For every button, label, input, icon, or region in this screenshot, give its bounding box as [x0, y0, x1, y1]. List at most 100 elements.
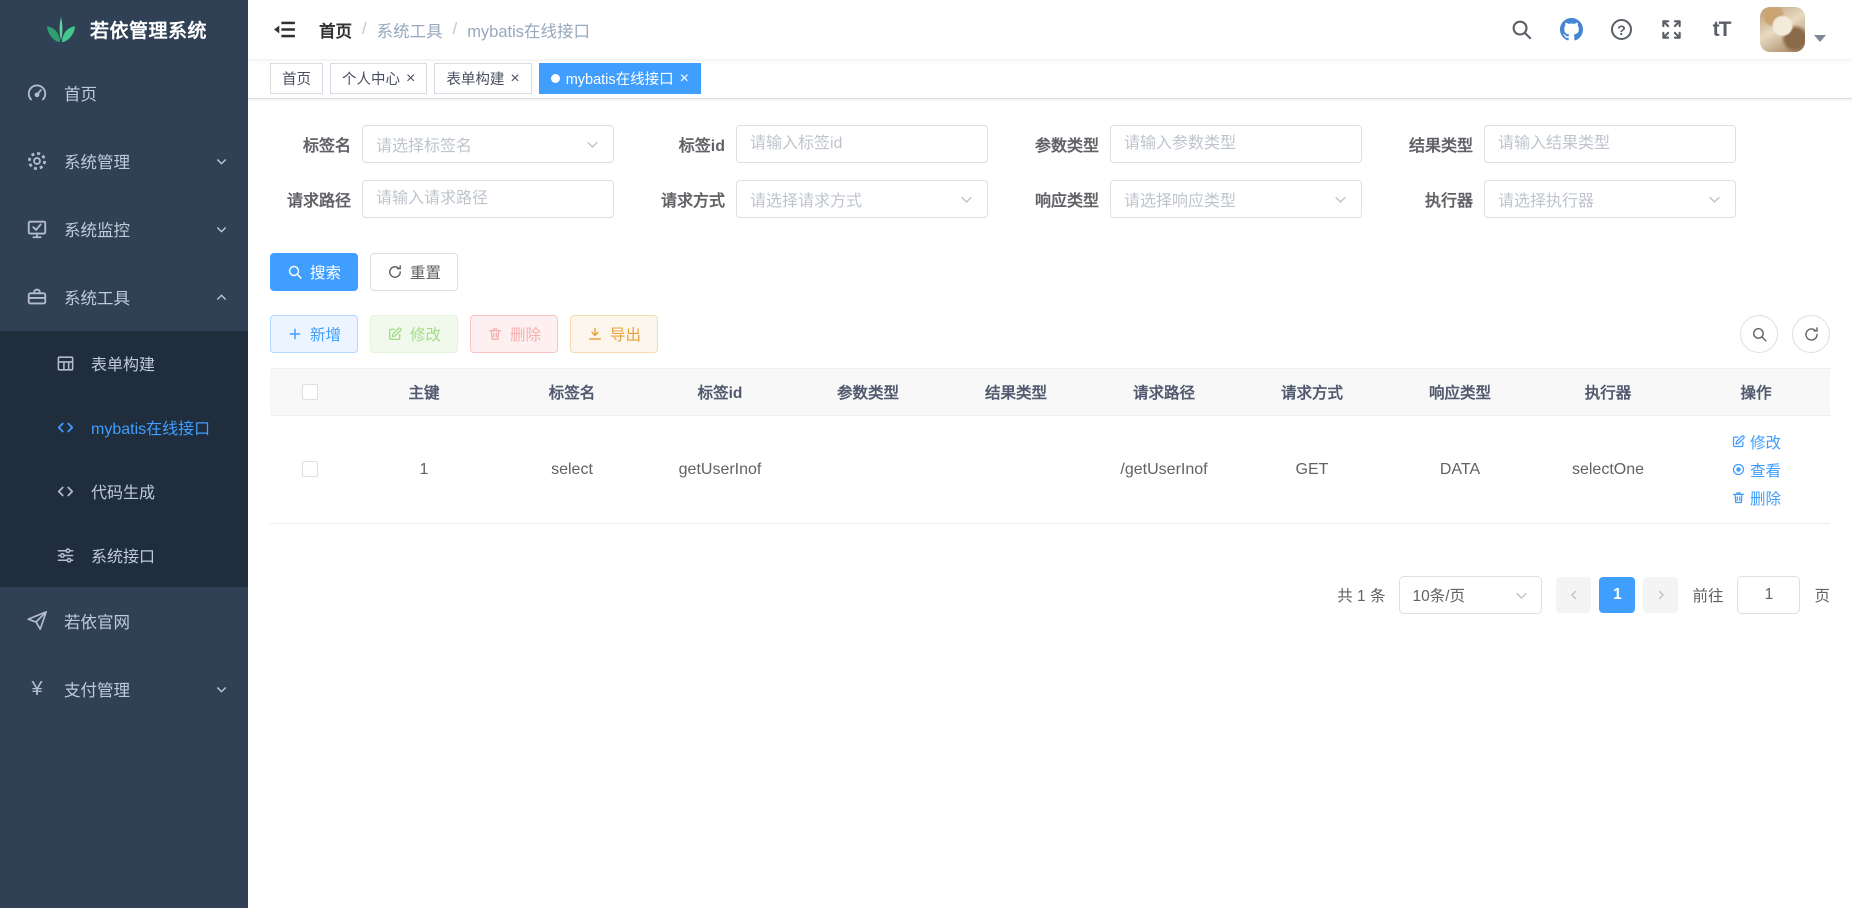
- button-label: 删除: [510, 323, 541, 345]
- field-label: 请求方式: [644, 187, 736, 211]
- tab-label: 个人中心: [342, 68, 400, 89]
- edit-button[interactable]: 修改: [370, 315, 458, 353]
- tag-id-input[interactable]: [736, 125, 988, 163]
- select-all-checkbox[interactable]: [302, 384, 318, 400]
- yen-icon: ¥: [26, 678, 48, 701]
- tab-form-builder[interactable]: 表单构建 ×: [434, 63, 531, 94]
- sidebar-item-system-tools[interactable]: 系统工具: [0, 263, 248, 331]
- search-icon: [287, 264, 303, 280]
- field-param-type: 参数类型: [1018, 125, 1362, 163]
- horizontal-scrollbar[interactable]: [0, 908, 1852, 920]
- response-type-select[interactable]: 请选择响应类型: [1110, 180, 1362, 218]
- cell-request-path: /getUserInof: [1090, 416, 1238, 524]
- page-size-select[interactable]: 10条/页: [1399, 576, 1542, 614]
- user-menu[interactable]: [1760, 7, 1826, 52]
- dashboard-icon: [26, 82, 48, 104]
- sidebar: 若依管理系统 首页 系统管理: [0, 0, 248, 908]
- code-icon: [56, 418, 75, 437]
- chevron-down-icon: [215, 683, 228, 696]
- request-method-select[interactable]: 请选择请求方式: [736, 180, 988, 218]
- chevron-down-icon: [1707, 192, 1722, 207]
- close-icon[interactable]: ×: [510, 71, 519, 87]
- next-page-button[interactable]: [1643, 577, 1678, 613]
- cell-result-type: [942, 416, 1090, 524]
- result-type-input[interactable]: [1484, 125, 1736, 163]
- prev-page-button[interactable]: [1556, 577, 1591, 613]
- plus-icon: [287, 326, 303, 342]
- sidebar-item-payment-manage[interactable]: ¥ 支付管理: [0, 655, 248, 723]
- close-icon[interactable]: ×: [680, 71, 689, 87]
- refresh-button[interactable]: [1792, 315, 1830, 353]
- breadcrumb-home[interactable]: 首页: [319, 18, 352, 42]
- fullscreen-icon[interactable]: [1660, 18, 1683, 41]
- col-header-result-type: 结果类型: [942, 369, 1090, 416]
- sidebar-item-label: 表单构建: [91, 351, 155, 375]
- search-form-row-1: 标签名 请选择标签名 标签id 参数类型 结果类型: [270, 125, 1830, 163]
- cell-tag-name: select: [498, 416, 646, 524]
- code-icon: [56, 482, 75, 501]
- sidebar-item-ruoyi-website[interactable]: 若依官网: [0, 587, 248, 655]
- button-label: 修改: [410, 323, 441, 345]
- github-icon[interactable]: [1560, 18, 1583, 41]
- font-size-icon[interactable]: tT: [1710, 18, 1733, 41]
- sidebar-item-form-builder[interactable]: 表单构建: [0, 331, 248, 395]
- sidebar-item-label: 系统监控: [64, 217, 130, 241]
- select-placeholder: 请选择请求方式: [750, 187, 959, 211]
- field-response-type: 响应类型 请选择响应类型: [1018, 180, 1362, 218]
- search-button[interactable]: 搜索: [270, 253, 358, 291]
- page-number-1[interactable]: 1: [1599, 577, 1635, 613]
- show-search-button[interactable]: [1740, 315, 1778, 353]
- sidebar-toggle-icon[interactable]: [272, 17, 297, 42]
- pagination-total: 共 1 条: [1337, 584, 1385, 606]
- sidebar-item-system-manage[interactable]: 系统管理: [0, 127, 248, 195]
- tab-mybatis-online-api[interactable]: mybatis在线接口 ×: [539, 63, 701, 94]
- row-edit-link[interactable]: 修改: [1731, 431, 1781, 453]
- search-icon: [1751, 326, 1768, 343]
- row-checkbox[interactable]: [302, 461, 318, 477]
- reset-button[interactable]: 重置: [370, 253, 458, 291]
- app-title: 若依管理系统: [90, 16, 207, 43]
- goto-page-input[interactable]: [1737, 576, 1800, 614]
- param-type-input[interactable]: [1110, 125, 1362, 163]
- sidebar-item-system-api[interactable]: 系统接口: [0, 523, 248, 587]
- download-icon: [587, 326, 603, 342]
- sidebar-item-mybatis-online-api[interactable]: mybatis在线接口: [0, 395, 248, 459]
- tag-name-select[interactable]: 请选择标签名: [362, 125, 614, 163]
- page-size-value: 10条/页: [1412, 584, 1514, 606]
- sidebar-item-code-generator[interactable]: 代码生成: [0, 459, 248, 523]
- app-logo[interactable]: 若依管理系统: [0, 0, 248, 59]
- tab-home[interactable]: 首页: [270, 63, 323, 94]
- field-result-type: 结果类型: [1392, 125, 1736, 163]
- cell-request-method: GET: [1238, 416, 1386, 524]
- button-label: 搜索: [310, 261, 341, 283]
- edit-icon: [387, 326, 403, 342]
- field-tag-name: 标签名 请选择标签名: [270, 125, 614, 163]
- tab-profile[interactable]: 个人中心 ×: [330, 63, 427, 94]
- row-delete-link[interactable]: 删除: [1731, 487, 1781, 509]
- delete-button[interactable]: 删除: [470, 315, 558, 353]
- sidebar-item-system-monitor[interactable]: 系统监控: [0, 195, 248, 263]
- close-icon[interactable]: ×: [406, 71, 415, 87]
- add-button[interactable]: 新增: [270, 315, 358, 353]
- field-label: 标签名: [270, 132, 362, 156]
- cell-response-type: DATA: [1386, 416, 1534, 524]
- pagination: 共 1 条 10条/页 1 前往 页: [270, 576, 1830, 614]
- avatar[interactable]: [1760, 7, 1805, 52]
- search-icon[interactable]: [1510, 18, 1533, 41]
- row-view-link[interactable]: 查看: [1731, 459, 1781, 481]
- export-button[interactable]: 导出: [570, 315, 658, 353]
- toolbox-icon: [26, 286, 48, 308]
- chevron-down-icon: [1333, 192, 1348, 207]
- sidebar-item-label: 代码生成: [91, 479, 155, 503]
- button-label: 新增: [310, 323, 341, 345]
- button-label: 重置: [410, 261, 441, 283]
- help-icon[interactable]: ?: [1610, 18, 1633, 41]
- sidebar-item-home[interactable]: 首页: [0, 59, 248, 127]
- cell-param-type: [794, 416, 942, 524]
- refresh-icon: [387, 264, 403, 280]
- request-path-input[interactable]: [362, 180, 614, 218]
- executor-select[interactable]: 请选择执行器: [1484, 180, 1736, 218]
- field-request-path: 请求路径: [270, 180, 614, 218]
- trash-icon: [487, 326, 503, 342]
- row-operations: 修改 查看: [1682, 431, 1830, 509]
